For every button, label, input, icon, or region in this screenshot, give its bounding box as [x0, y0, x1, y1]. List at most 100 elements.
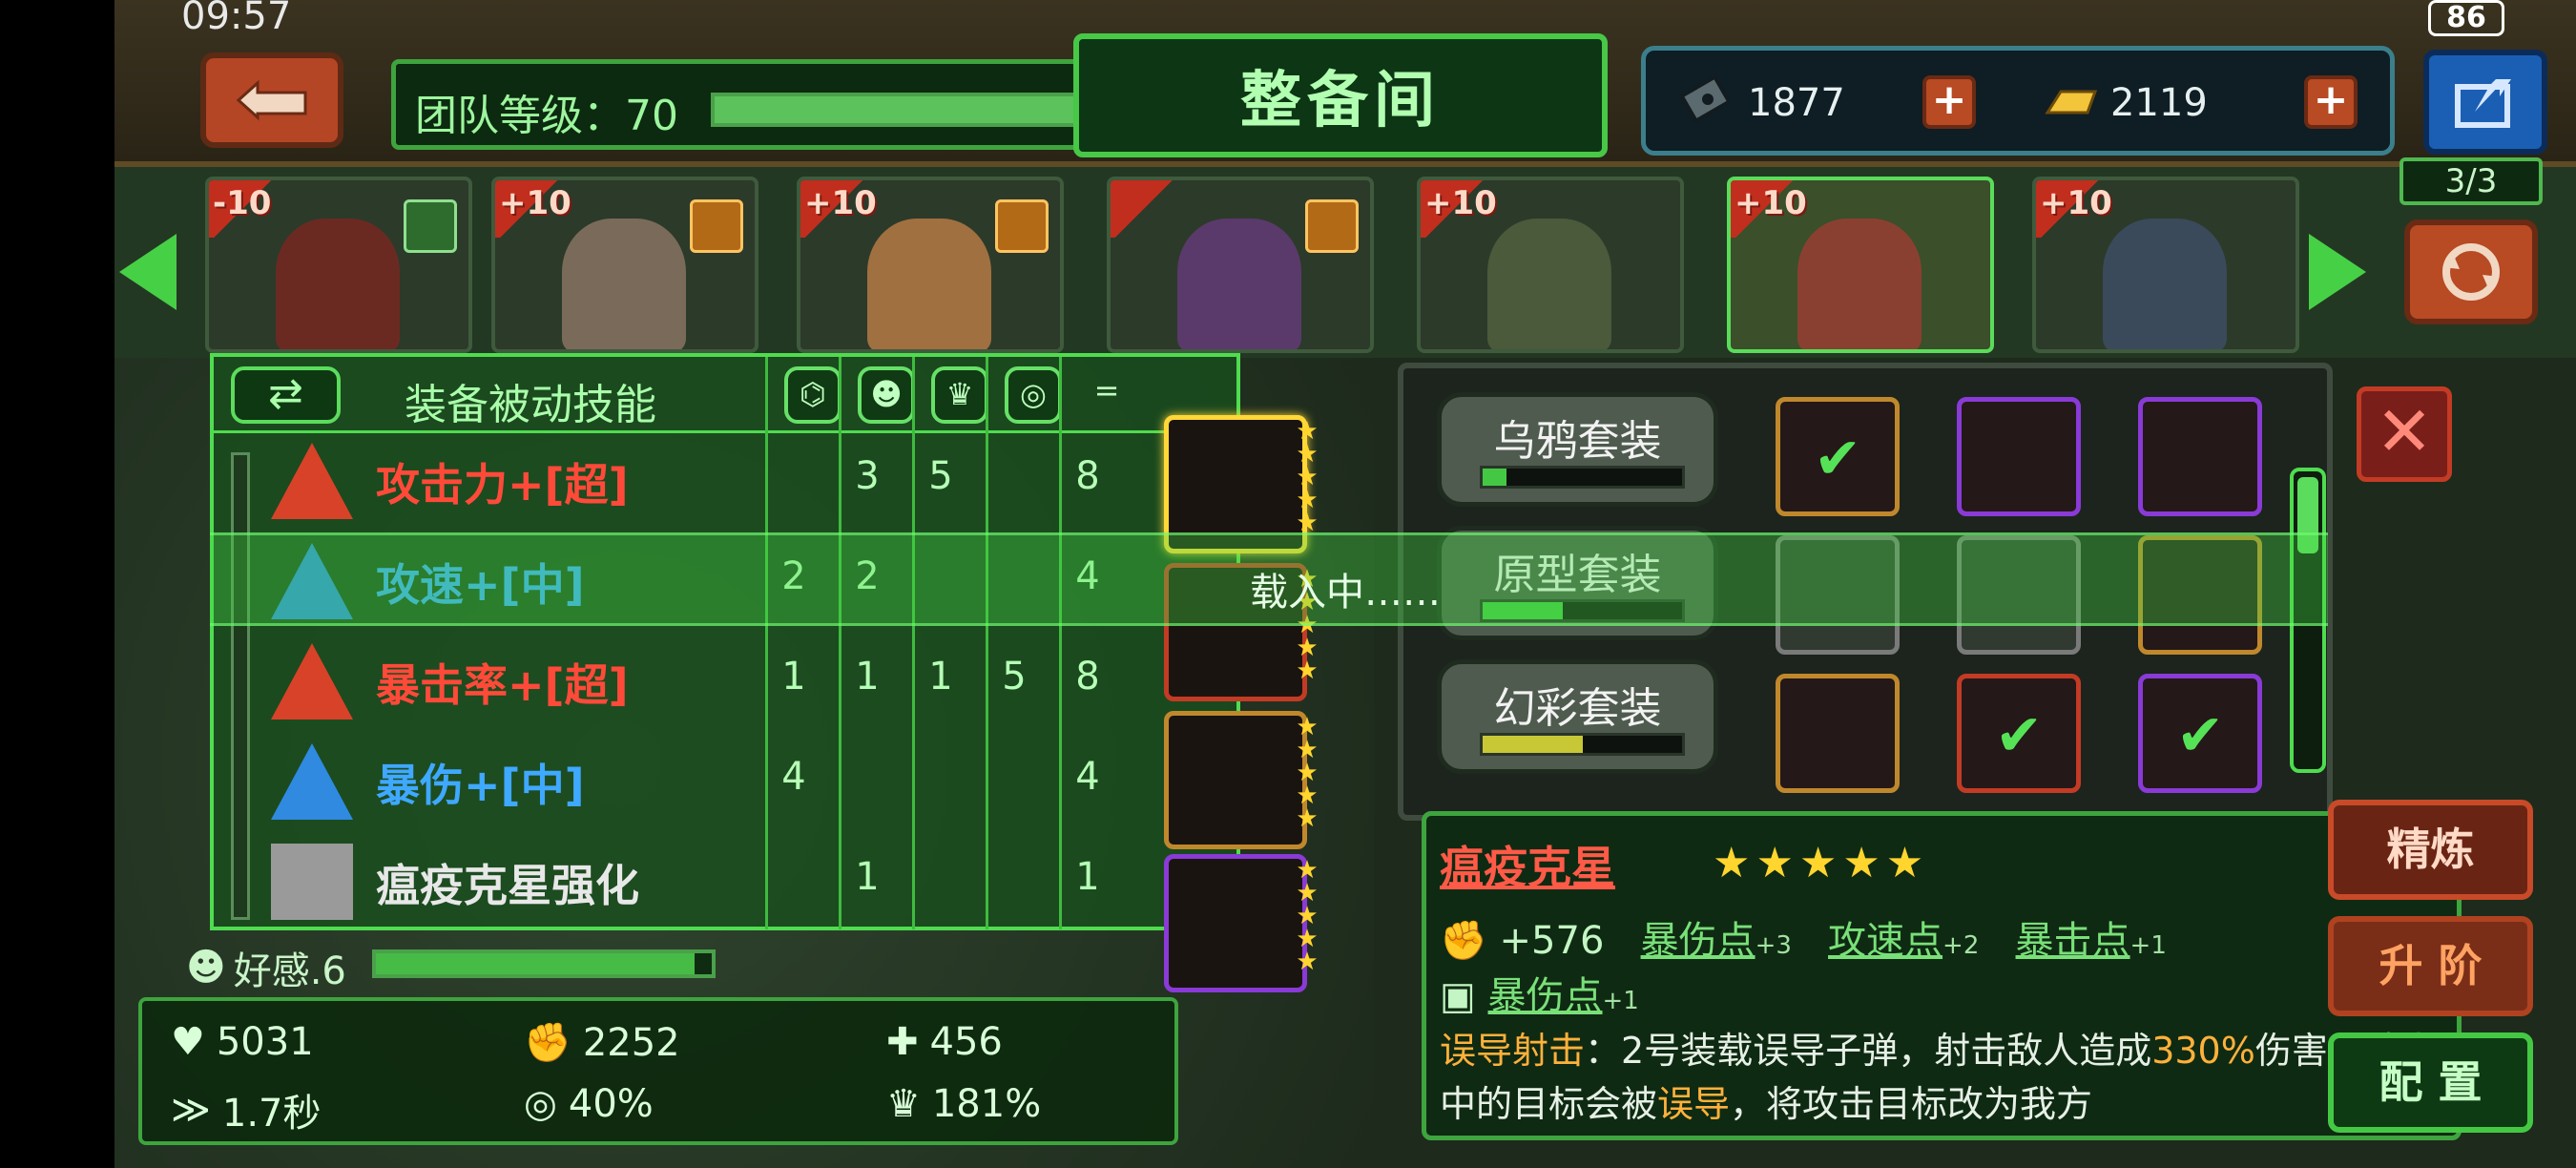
- skill-count: 4: [1075, 755, 1100, 799]
- skill-name: 攻击力+[超]: [376, 459, 629, 511]
- currency1-add-button[interactable]: +: [1922, 75, 1976, 129]
- hero-portrait: [1487, 219, 1611, 349]
- item-name: 瘟疫克星: [1440, 842, 1615, 893]
- game-screen: 团队等级：70 整备间 1877 + 2119 + -10 +10 +10 +1…: [114, 0, 2576, 1168]
- page-title: 整备间: [1240, 66, 1441, 136]
- attr4[interactable]: 暴伤点: [1488, 974, 1603, 1018]
- attr1[interactable]: 暴伤点: [1641, 919, 1755, 963]
- skill-row[interactable]: 瘟疫克星强化 1 1: [252, 834, 1244, 929]
- set-button[interactable]: 乌鸦套装: [1437, 392, 1718, 507]
- role-icon: [404, 199, 457, 253]
- set-item[interactable]: [1957, 397, 2081, 516]
- item-stats-line: ✊ +576 暴伤点+3 攻速点+2 暴击点+1: [1440, 909, 2167, 965]
- team-level-label: 团队等级：70: [415, 92, 678, 140]
- skill-row[interactable]: 暴伤+[中] 4 4: [252, 734, 1244, 829]
- affection-bar-fill: [376, 953, 696, 974]
- stars: ★ ★ ★ ★ ★: [1296, 417, 1319, 537]
- passive-skill-panel: ⇄ 装备被动技能 ⌬ ☻ ♛ ◎ = 攻击力+[超] 3 5 8 攻速+[中] 2 2 4 暴击…: [210, 353, 1240, 930]
- team-count-value: 3/3: [2444, 162, 2498, 200]
- hero-card[interactable]: +10: [491, 177, 758, 353]
- currency1-value: 1877: [1748, 81, 1845, 125]
- attr4-sup: +1: [1602, 987, 1639, 1015]
- skill-icon: [271, 443, 353, 519]
- skill-count: 1: [855, 855, 880, 899]
- refine-button[interactable]: 精炼: [2328, 800, 2533, 900]
- skill-icon: [271, 743, 353, 820]
- check-icon: ✔: [1814, 426, 1862, 492]
- gold-bar-icon: [2045, 90, 2098, 115]
- role-icon: [995, 199, 1049, 253]
- attr2[interactable]: 攻速点: [1828, 919, 1942, 963]
- set-progress-fill: [1483, 469, 1507, 486]
- next-hero-arrow-icon[interactable]: [2309, 234, 2366, 310]
- currency2-add-button[interactable]: +: [2304, 75, 2358, 129]
- hero-card[interactable]: +10: [1727, 177, 1994, 353]
- upgrade-button[interactable]: 升 阶: [2328, 916, 2533, 1016]
- set-name: 乌鸦套装: [1493, 417, 1662, 466]
- heart-icon: ♥: [171, 1020, 205, 1064]
- swap-team-button[interactable]: [2404, 219, 2538, 324]
- set-item[interactable]: [2138, 397, 2262, 516]
- currency2-value: 2119: [2110, 81, 2208, 125]
- skill-icon: [271, 643, 353, 720]
- attr2-sup: +2: [1942, 931, 1980, 960]
- share-button[interactable]: [2423, 50, 2547, 155]
- passive-scrollbar[interactable]: [231, 452, 250, 920]
- desc-a: ：2号装载误导子弹，射击敌人造成: [1585, 1030, 2152, 1072]
- desc-pct: 330%: [2151, 1030, 2255, 1072]
- set-item[interactable]: [1776, 674, 1900, 793]
- battery-indicator: 86: [2428, 0, 2504, 36]
- stat-atk: ✊ 2252: [524, 1020, 680, 1066]
- desc-c: ，将攻击目标改为我方: [1730, 1083, 2093, 1125]
- back-button[interactable]: [200, 52, 343, 148]
- crown-icon: ♛: [886, 1082, 921, 1126]
- skill-row[interactable]: 暴击率+[超] 1 1 1 5 8: [252, 634, 1244, 729]
- team-level-panel: 团队等级：70: [391, 59, 1154, 150]
- stat-speed: ≫ 1.7秒: [171, 1082, 322, 1137]
- skill-name: 暴伤+[中]: [376, 760, 585, 811]
- item-detail-panel: 瘟疫克星 ★★★★★ ✊ +576 暴伤点+3 攻速点+2 暴击点+1 ▣ 暴伤…: [1422, 811, 2462, 1140]
- skill-count: 1: [855, 655, 880, 699]
- weapon-column-icon: ⌬: [784, 366, 841, 424]
- status-time: 09:57: [181, 0, 292, 38]
- hero-portrait: [2103, 219, 2227, 349]
- hero-level: +10: [499, 184, 571, 222]
- prev-hero-arrow-icon[interactable]: [119, 234, 177, 310]
- hero-card[interactable]: +10: [2032, 177, 2299, 353]
- helmet-column-icon: ☻: [858, 366, 915, 424]
- set-item[interactable]: ✔: [1957, 674, 2081, 793]
- stat-critdmg-value: 181%: [931, 1082, 1042, 1126]
- currency2-item: 2119: [2042, 74, 2208, 132]
- desc-mis: 误导: [1657, 1083, 1731, 1125]
- attr1-sup: +3: [1755, 931, 1792, 960]
- stat-critdmg: ♛ 181%: [886, 1082, 1041, 1126]
- loading-text: 载入中……: [1250, 571, 1441, 615]
- set-item[interactable]: ✔: [1776, 397, 1900, 516]
- hero-card[interactable]: +10: [1417, 177, 1684, 353]
- hero-card[interactable]: +10: [797, 177, 1064, 353]
- team-level-bar: [711, 93, 1131, 127]
- hero-portrait: [867, 219, 991, 349]
- config-button[interactable]: 配 置: [2328, 1032, 2533, 1133]
- passive-panel-header: ⇄ 装备被动技能 ⌬ ☻ ♛ ◎ =: [214, 357, 1236, 433]
- stat-def-value: 456: [929, 1020, 1003, 1064]
- stat-def: ✚ 456: [886, 1020, 1003, 1064]
- equip-slot-accessory[interactable]: ★ ★ ★ ★ ★: [1164, 854, 1319, 992]
- set-item[interactable]: ✔: [2138, 674, 2262, 793]
- attr3-sup: +1: [2129, 931, 2167, 960]
- hero-card[interactable]: -10: [205, 177, 472, 353]
- equip-slot-armor[interactable]: ★ ★ ★ ★ ★: [1164, 711, 1319, 849]
- set-button[interactable]: 幻彩套装: [1437, 659, 1718, 774]
- share-icon: [2455, 79, 2511, 128]
- skill-count: 8: [1075, 454, 1100, 498]
- skill-count: 1: [1075, 855, 1100, 899]
- back-arrow-icon: [236, 79, 307, 121]
- role-icon: [1305, 199, 1359, 253]
- close-button[interactable]: ✕: [2357, 386, 2452, 482]
- passive-toggle-button[interactable]: ⇄: [231, 366, 341, 424]
- attr3[interactable]: 暴击点: [2016, 919, 2130, 963]
- skill-row[interactable]: 攻击力+[超] 3 5 8: [252, 433, 1244, 529]
- currency1-item: 1877: [1679, 74, 1845, 132]
- stat-crit: ◎ 40%: [524, 1082, 654, 1126]
- hero-card[interactable]: [1107, 177, 1374, 353]
